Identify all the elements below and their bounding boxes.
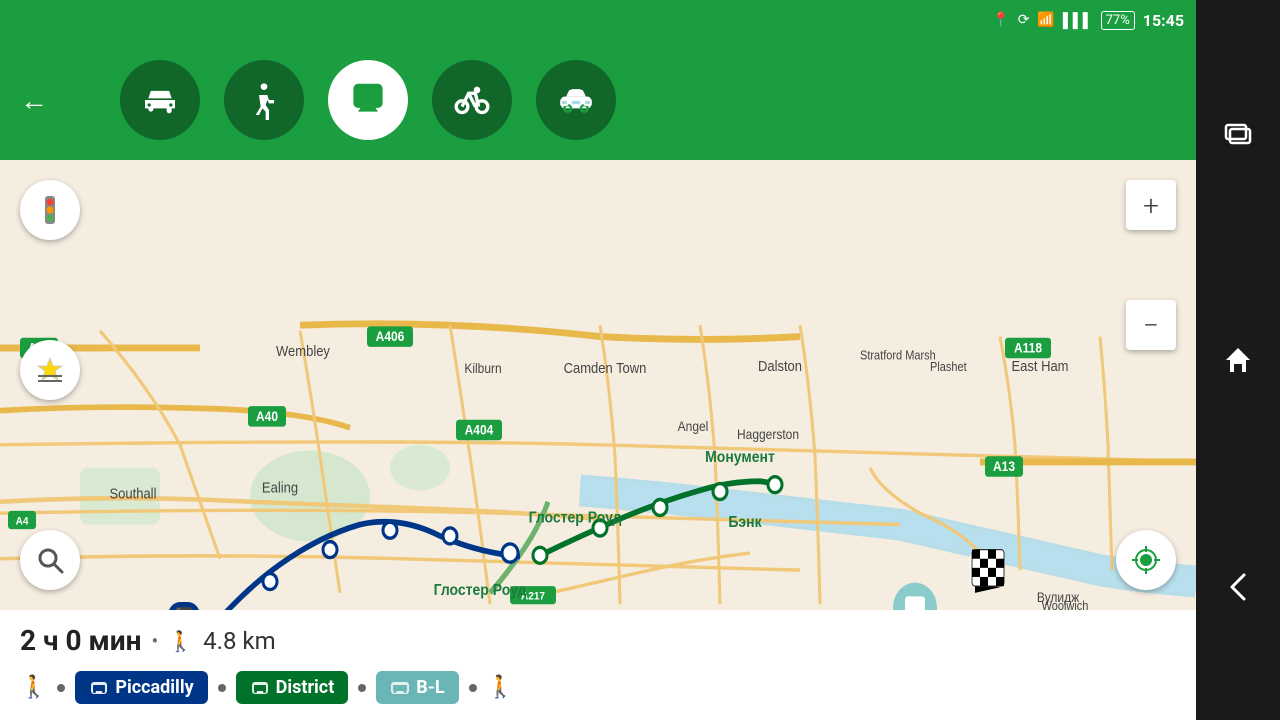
recent-apps-icon — [1220, 115, 1256, 151]
step-dot-1 — [57, 684, 65, 692]
back-button[interactable]: ← — [20, 84, 48, 117]
favorites-icon — [32, 352, 68, 388]
svg-text:⬛: ⬛ — [175, 607, 192, 610]
favorites-button[interactable] — [20, 340, 80, 400]
svg-text:A4: A4 — [16, 515, 29, 528]
back-nav-button[interactable] — [1213, 562, 1263, 612]
my-location-button[interactable] — [1116, 530, 1176, 590]
zoom-out-button[interactable]: − — [1126, 300, 1176, 350]
step-walk-start: 🚶 — [20, 675, 47, 700]
svg-text:Angel: Angel — [678, 418, 709, 434]
district-label: District — [276, 677, 335, 698]
svg-text:A13: A13 — [993, 458, 1015, 474]
svg-text:Глостер Роуд: Глостер Роуд — [434, 581, 527, 599]
mode-bike-button[interactable] — [432, 60, 512, 140]
main-content: 📍 ⟳ 📶 ▌▌▌ 77% 15:45 ← — [0, 0, 1196, 720]
route-steps: 🚶 Piccadilly — [20, 671, 1176, 704]
mode-transit-button[interactable] — [328, 60, 408, 140]
svg-text:Plashet: Plashet — [930, 360, 967, 374]
search-icon — [34, 544, 66, 576]
home-icon — [1220, 342, 1256, 378]
rotation-status-icon: ⟳ — [1018, 12, 1030, 28]
status-bar: 📍 ⟳ 📶 ▌▌▌ 77% 15:45 — [0, 0, 1196, 40]
piccadilly-line-badge[interactable]: Piccadilly — [75, 671, 207, 704]
mode-walk-button[interactable] — [224, 60, 304, 140]
traffic-icon — [32, 192, 68, 228]
svg-text:Dalston: Dalston — [758, 357, 802, 374]
bl-line-badge[interactable]: B-L — [376, 671, 458, 704]
location-status-icon: 📍 — [992, 12, 1009, 28]
svg-text:Бэнк: Бэнк — [728, 513, 762, 531]
transit-icon — [348, 80, 388, 120]
wifi-status-icon: 📶 — [1037, 12, 1054, 28]
step-walk-end: 🚶 — [487, 675, 514, 700]
svg-text:Глостер Роуд: Глостер Роуд — [529, 508, 622, 526]
route-time: 2 ч 0 мин — [20, 624, 141, 657]
car-icon — [140, 80, 180, 120]
signal-status-icon: ▌▌▌ — [1063, 12, 1093, 29]
right-sidebar — [1196, 0, 1280, 720]
svg-text:Монумент: Монумент — [705, 448, 775, 466]
status-time: 15:45 — [1143, 11, 1184, 30]
search-button[interactable] — [20, 530, 80, 590]
recent-apps-button[interactable] — [1213, 108, 1263, 158]
bl-label: B-L — [416, 677, 444, 698]
svg-text:Stratford Marsh: Stratford Marsh — [860, 349, 936, 363]
home-button[interactable] — [1213, 335, 1263, 385]
svg-text:East Ham: East Ham — [1011, 357, 1068, 374]
svg-text:A406: A406 — [376, 328, 405, 344]
district-line-badge[interactable]: District — [236, 671, 349, 704]
tube-icon-bl — [390, 678, 410, 698]
battery-indicator: 77% — [1101, 11, 1135, 30]
tube-icon — [89, 678, 109, 698]
mode-car-button[interactable] — [120, 60, 200, 140]
step-dot-3 — [358, 684, 366, 692]
mode-taxi-button[interactable] — [536, 60, 616, 140]
traffic-button[interactable] — [20, 180, 80, 240]
svg-text:A118: A118 — [1014, 340, 1042, 356]
svg-text:Ealing: Ealing — [262, 479, 298, 496]
svg-text:Kilburn: Kilburn — [464, 360, 501, 376]
taxi-icon — [556, 80, 596, 120]
route-distance: 4.8 km — [203, 627, 275, 655]
route-summary: 2 ч 0 мин • 🚶 4.8 km — [20, 624, 1176, 657]
svg-text:Camden Town: Camden Town — [564, 359, 647, 376]
bottom-panel: 2 ч 0 мин • 🚶 4.8 km 🚶 Piccadilly — [0, 610, 1196, 720]
bike-icon — [452, 80, 492, 120]
svg-text:Wembley: Wembley — [276, 342, 330, 359]
svg-text:Haggerston: Haggerston — [737, 426, 799, 442]
my-location-icon — [1130, 544, 1162, 576]
map-svg: ⬛ A40 A406 A118 A40 A404 A13 A4 A215 A21… — [0, 160, 1196, 610]
back-nav-icon — [1220, 569, 1256, 605]
svg-text:Woolwich: Woolwich — [1042, 599, 1089, 610]
zoom-in-button[interactable]: + — [1126, 180, 1176, 230]
walk-distance-icon: 🚶 — [168, 629, 193, 653]
svg-text:A404: A404 — [465, 422, 494, 438]
map-container[interactable]: ⬛ A40 A406 A118 A40 A404 A13 A4 A215 A21… — [0, 160, 1196, 610]
top-nav: ← — [0, 40, 1196, 160]
svg-text:A40: A40 — [256, 408, 278, 424]
step-dot-2 — [218, 684, 226, 692]
step-dot-4 — [469, 684, 477, 692]
tube-icon-district — [250, 678, 270, 698]
svg-text:Southall: Southall — [110, 485, 157, 502]
walk-icon — [244, 80, 284, 120]
piccadilly-label: Piccadilly — [115, 677, 193, 698]
route-separator: • — [151, 629, 158, 653]
